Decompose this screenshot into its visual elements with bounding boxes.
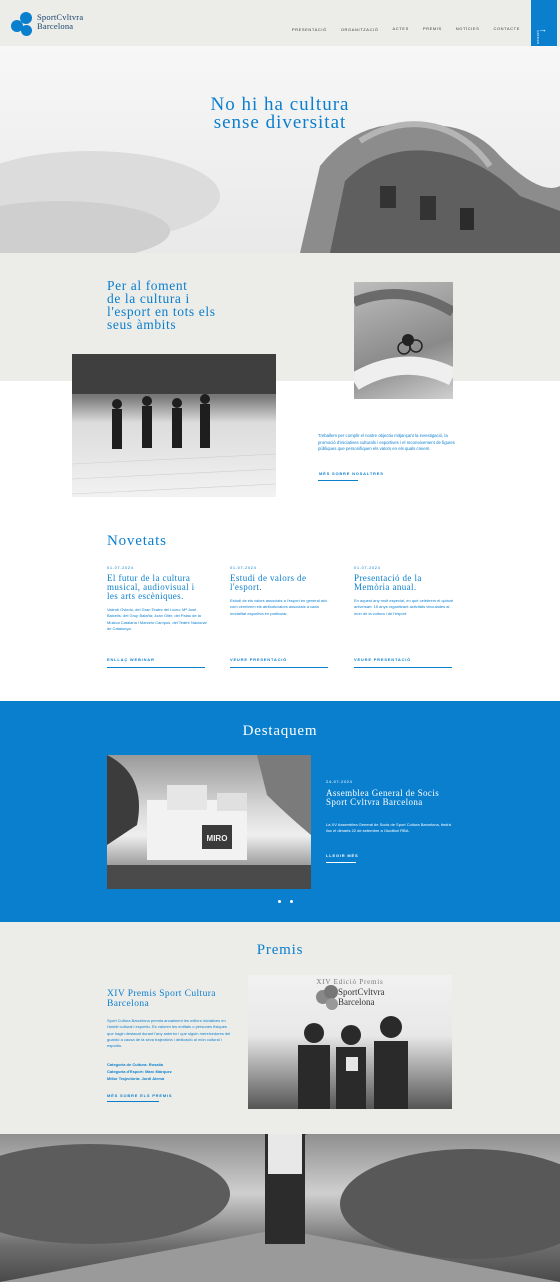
awards-category: Millor Trajectòria: Jordi Alemà [107, 1076, 165, 1081]
cyclist-photo [354, 282, 453, 399]
intro-text: Treballem per complir el nostre objectiu… [318, 433, 455, 451]
awards-link-underline [107, 1101, 159, 1102]
nav-item-presentacio[interactable]: presentació [292, 27, 327, 32]
award-brand-line2: Barcelona [338, 997, 375, 1007]
nav-item-contacte[interactable]: contacte [493, 26, 520, 32]
site-logo[interactable]: SportCvltvra Barcelona [11, 12, 111, 40]
featured-read-more-link[interactable]: Llegir més [326, 853, 358, 858]
news-link[interactable]: Veure presentació [230, 657, 287, 662]
awards-headline: XIV Premis Sport Cultura Barcelona [107, 989, 216, 1009]
hero-title: No hi ha cultura sense diversitat [0, 95, 560, 133]
news-card: 01-07-2024 Estudi de valors de l'esport.… [230, 565, 330, 668]
news-description: En aquest any molt especial, en què cele… [354, 598, 454, 616]
golfer-footer-photo [0, 1134, 560, 1282]
logo-text: SportCvltvra Barcelona [37, 13, 83, 31]
nav-item-premis[interactable]: premis [423, 26, 442, 32]
news-title[interactable]: Presentació de la Memòria anual. [354, 574, 454, 592]
nav-item-actes[interactable]: actes [393, 26, 409, 32]
award-brand-line1: SportCvltvra [338, 987, 385, 997]
news-card: 01-07-2024 Presentació de la Memòria anu… [354, 565, 454, 668]
miro-foundation-photo: MIRO [107, 755, 311, 889]
main-nav: presentació organització actes premis no… [278, 26, 520, 32]
news-link-underline [107, 667, 205, 668]
intro-title: Per al foment de la cultura i l'esport e… [107, 279, 216, 332]
featured-section-title: Destaquem [242, 723, 318, 739]
carousel-dot[interactable] [290, 900, 293, 903]
award-ceremony-photo: XIV Edició Premis SportCvltvra Barcelona [248, 975, 452, 1109]
featured-section: Destaquem MIRO 24-07-2024 Assemblea Gene… [0, 701, 560, 922]
award-photo-brand: SportCvltvra Barcelona [338, 987, 385, 1007]
news-section-title: Novetats [107, 533, 167, 549]
carousel-dot[interactable] [278, 900, 281, 903]
news-card: 01-07-2024 El futur de la cultura musica… [107, 565, 207, 668]
logo-name-line2: Barcelona [37, 21, 74, 31]
hero-banner: No hi ha cultura sense diversitat [0, 46, 560, 253]
news-link[interactable]: Veure presentació [354, 657, 411, 662]
logo-mark-icon [11, 12, 35, 38]
about-us-link-underline [318, 480, 358, 481]
awards-description: Sport Cultura Barcelona premia anualment… [107, 1018, 231, 1049]
site-header: SportCvltvra Barcelona presentació organ… [0, 0, 560, 46]
awards-category: Categoria de Cultura: Rosalía [107, 1062, 164, 1067]
hero-title-line2: sense diversitat [213, 112, 347, 133]
awards-category: Categoria d'Esport: Marc Márquez [107, 1069, 172, 1074]
news-description: Valentí Oviedo, del Gran Teatre del Lice… [107, 607, 207, 631]
featured-date: 24-07-2024 [326, 779, 353, 784]
news-description: Estudi de els valors associats a l'espor… [230, 598, 328, 616]
about-us-link[interactable]: Més sobre nosaltres [319, 471, 384, 476]
runners-photo [72, 354, 276, 497]
featured-headline[interactable]: Assemblea General de Socis Sport Cvltvra… [326, 789, 456, 807]
featured-description: La XV Assemblea General de Socis de Spor… [326, 822, 451, 834]
nav-item-organitzacio[interactable]: organització [341, 27, 379, 32]
news-link-underline [354, 667, 452, 668]
awards-section-title: Premis [256, 942, 304, 958]
intro-title-line: seus àmbits [107, 317, 177, 332]
news-link-underline [230, 667, 328, 668]
hero-building-image [0, 121, 560, 253]
awards-more-link[interactable]: Més sobre els premis [107, 1093, 172, 1098]
news-link[interactable]: Enllaç webinar [107, 657, 155, 662]
featured-link-underline [326, 862, 356, 863]
news-title[interactable]: Estudi de valors de l'esport. [230, 574, 330, 592]
miro-sign: MIRO [207, 834, 228, 843]
nav-item-noticies[interactable]: notícies [456, 26, 480, 32]
news-title[interactable]: El futur de la cultura musical, audiovis… [107, 574, 207, 601]
